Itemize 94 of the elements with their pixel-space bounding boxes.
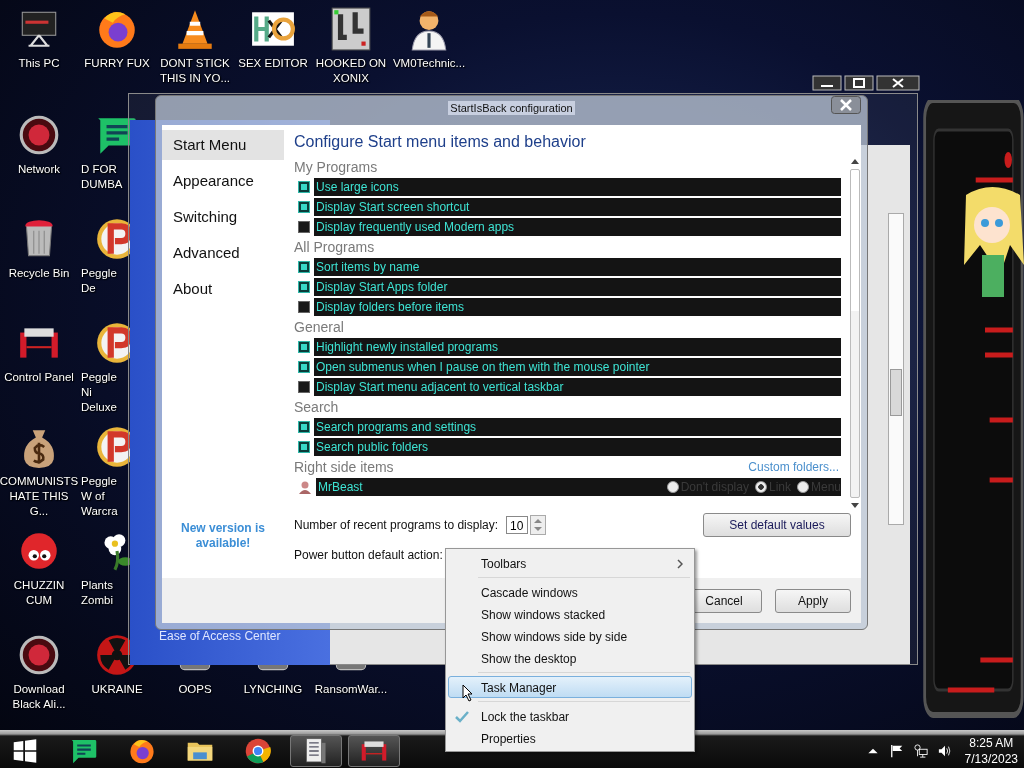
nav-tab[interactable]: Advanced bbox=[162, 238, 284, 274]
option-label[interactable]: Use large icons bbox=[314, 178, 841, 196]
minimize-icon[interactable] bbox=[812, 75, 842, 91]
option-label[interactable]: Display Start menu adjacent to vertical taskbar bbox=[314, 378, 841, 396]
menu-item[interactable]: Toolbars bbox=[448, 552, 692, 574]
desktop-icon-label: COMMUNISTS HATE THIS G... bbox=[0, 474, 79, 519]
nav-tab[interactable]: About bbox=[162, 274, 284, 310]
desktop-icon-label: Control Panel bbox=[4, 370, 74, 385]
speaker-icon[interactable] bbox=[937, 744, 952, 758]
checkbox[interactable] bbox=[298, 201, 310, 213]
taskbar-button[interactable] bbox=[290, 735, 342, 767]
close-icon[interactable] bbox=[876, 75, 920, 91]
scroll-up-icon[interactable] bbox=[850, 157, 860, 165]
clock-time: 8:25 AM bbox=[969, 735, 1014, 751]
menu-item[interactable]: Task Manager bbox=[448, 676, 692, 698]
checkbox[interactable] bbox=[298, 181, 310, 193]
update-link[interactable]: New version is available! bbox=[162, 521, 284, 551]
option-label[interactable]: Open submenus when I pause on them with the mouse pointer bbox=[314, 358, 841, 376]
checkbox[interactable] bbox=[298, 261, 310, 273]
desktop-icon-label: Peggle De bbox=[80, 266, 118, 296]
section-title: General bbox=[294, 318, 345, 337]
checkbox[interactable] bbox=[298, 281, 310, 293]
option-label[interactable]: Display Start screen shortcut bbox=[314, 198, 841, 216]
desktop-icon-label: Download Black Ali... bbox=[11, 682, 67, 712]
radio-button[interactable] bbox=[666, 481, 679, 493]
desktop-icon-label: SEX EDITOR bbox=[238, 56, 308, 71]
set-default-values-button[interactable]: Set default values bbox=[703, 513, 851, 537]
option-label[interactable]: Highlight newly installed programs bbox=[314, 338, 841, 356]
nav-tab[interactable]: Appearance bbox=[162, 166, 284, 202]
user-icon bbox=[298, 480, 312, 494]
menu-item[interactable]: Show windows side by side bbox=[448, 625, 692, 647]
dialog-button[interactable]: Apply bbox=[775, 588, 851, 613]
menu-item[interactable]: Show the desktop bbox=[448, 647, 692, 669]
menu-item[interactable]: Properties bbox=[448, 727, 692, 749]
desktop-icon-label: LYNCHING bbox=[243, 682, 303, 697]
recent-programs-label: Number of recent programs to display: bbox=[294, 518, 499, 532]
spinner-arrows-icon[interactable] bbox=[530, 515, 547, 535]
network-icon[interactable] bbox=[913, 744, 928, 758]
checkbox[interactable] bbox=[298, 421, 310, 433]
desktop-icon-label: UKRAINE bbox=[91, 682, 143, 697]
option-label[interactable]: Search public folders bbox=[314, 438, 841, 456]
option-label[interactable]: Display folders before items bbox=[314, 298, 841, 316]
taskbar-button[interactable] bbox=[348, 735, 400, 767]
checkbox[interactable] bbox=[298, 221, 310, 233]
desktop-icon-label: VM0Technic... bbox=[392, 56, 466, 71]
section-title: My Programs bbox=[294, 158, 379, 177]
scrollbar[interactable] bbox=[888, 213, 904, 525]
scroll-down-icon[interactable] bbox=[850, 502, 860, 510]
desktop-icon-label: HOOKED ON XONIX bbox=[314, 56, 388, 86]
radio-button[interactable] bbox=[754, 481, 767, 493]
page-heading: Configure Start menu items and behavior bbox=[294, 133, 587, 151]
ease-of-access-link[interactable]: Ease of Access Center bbox=[159, 629, 281, 643]
option-label[interactable]: Display Start Apps folder bbox=[314, 278, 841, 296]
maximize-icon[interactable] bbox=[844, 75, 874, 91]
nav-tab[interactable]: Start Menu bbox=[162, 130, 284, 160]
checkbox[interactable] bbox=[298, 441, 310, 453]
windows-logo-icon[interactable] bbox=[12, 738, 38, 764]
clock[interactable]: 8:25 AM 7/13/2023 bbox=[956, 735, 1024, 767]
menu-item[interactable]: Lock the taskbar bbox=[448, 705, 692, 727]
desktop-icon-label: DONT STICK THIS IN YO... bbox=[158, 56, 232, 86]
desktop-icon-label: Peggle W of Warcra bbox=[80, 474, 119, 519]
chrome-icon bbox=[243, 736, 273, 766]
section-title: All Programs bbox=[294, 238, 376, 257]
desktop-icon-label: Recycle Bin bbox=[8, 266, 70, 281]
checkbox[interactable] bbox=[298, 341, 310, 353]
number-field[interactable]: 10 bbox=[506, 516, 529, 534]
scrollbar[interactable] bbox=[849, 157, 861, 510]
flag-icon[interactable] bbox=[889, 744, 904, 758]
desktop-icon-label: CHUZZIN CUM bbox=[12, 578, 66, 608]
desktop-icon-label: OOPS bbox=[178, 682, 212, 697]
custom-folders-link[interactable]: Custom folders... bbox=[748, 460, 839, 474]
item-name: MrBeast bbox=[318, 479, 363, 496]
mouse-cursor-icon bbox=[462, 684, 474, 702]
nav-tab[interactable]: Switching bbox=[162, 202, 284, 238]
checkbox[interactable] bbox=[298, 381, 310, 393]
section-title: Search bbox=[294, 398, 340, 417]
checkbox[interactable] bbox=[298, 361, 310, 373]
desktop-icon-label: FURRY FUX bbox=[84, 56, 150, 71]
option-label[interactable]: Search programs and settings bbox=[314, 418, 841, 436]
section-title: Right side items bbox=[294, 458, 394, 477]
desktop-icon-label: Peggle Ni Deluxe bbox=[80, 370, 118, 415]
option-label[interactable]: Sort items by name bbox=[314, 258, 841, 276]
desktop-icon-label: RansomWar... bbox=[314, 682, 388, 697]
desktop-icon-label: Plants Zombi bbox=[80, 578, 114, 608]
close-icon[interactable] bbox=[831, 96, 861, 114]
power-action-label: Power button default action: bbox=[294, 548, 443, 562]
desktop-icon-label: Network bbox=[17, 162, 61, 177]
clock-date: 7/13/2023 bbox=[964, 751, 1018, 767]
checkbox[interactable] bbox=[298, 301, 310, 313]
option-label[interactable]: Display frequently used Modern apps bbox=[314, 218, 841, 236]
desktop-icon-label: D FOR DUMBA bbox=[80, 162, 124, 192]
window-title: StartIsBack configuration bbox=[448, 101, 575, 115]
desktop-icon-label: This PC bbox=[18, 56, 60, 71]
radio-button[interactable] bbox=[796, 481, 809, 493]
